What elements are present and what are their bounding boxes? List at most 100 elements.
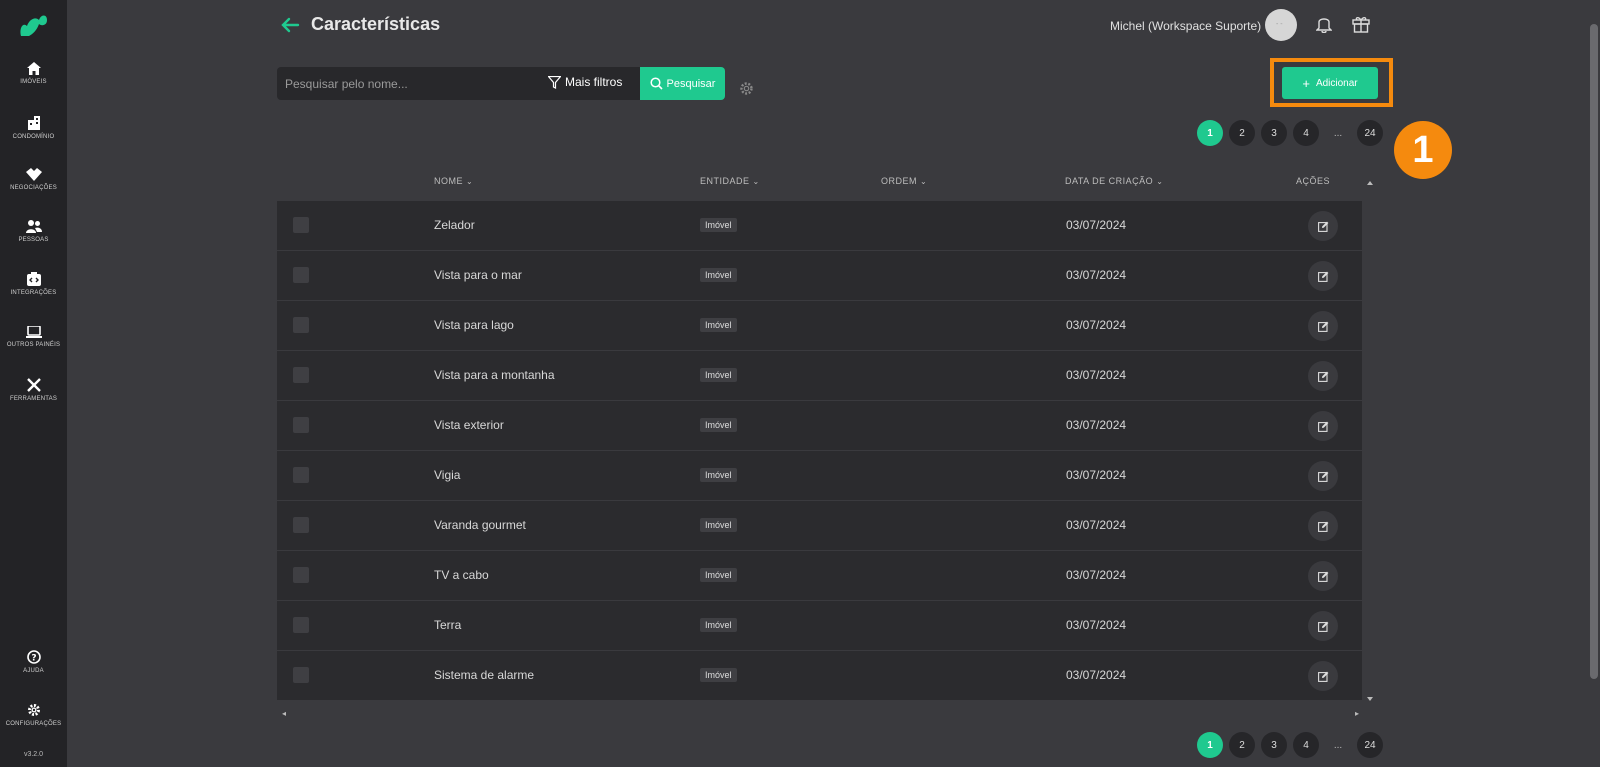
table-header: NOME ⌄ ENTIDADE ⌄ ORDEM ⌄ DATA DE CRIAÇÃO ⌄ … [277,172,1362,196]
column-header-created[interactable]: DATA DE CRIAÇÃO ⌄ [1065,176,1163,186]
sidebar-item-ferramentas[interactable]: Ferramentas [0,378,67,402]
row-checkbox[interactable] [293,467,309,483]
edit-button[interactable] [1308,511,1338,541]
edit-button[interactable] [1308,611,1338,641]
row-date: 03/07/2024 [1066,568,1127,582]
sidebar-item-label: Imóveis [20,79,47,85]
row-checkbox[interactable] [293,217,309,233]
entity-badge: Imóvel [700,518,737,532]
table-row: Vigia Imóvel 03/07/2024 [277,451,1362,501]
back-arrow-icon[interactable] [280,15,300,35]
search-button[interactable]: Pesquisar [640,67,725,100]
row-checkbox[interactable] [293,417,309,433]
table-row: Vista para o mar Imóvel 03/07/2024 [277,251,1362,301]
column-label: NOME [434,176,463,186]
user-name[interactable]: Michel (Workspace Suporte) [1110,19,1261,33]
page-button[interactable]: 24 [1357,120,1383,146]
row-checkbox[interactable] [293,667,309,683]
page-button[interactable]: 1 [1197,732,1223,758]
avatar[interactable]: - - [1265,9,1297,41]
sidebar-item-negociacoes[interactable]: Negociações [0,168,67,191]
filter-icon [548,75,561,89]
sidebar-item-configuracoes[interactable]: Configurações [0,703,67,727]
svg-text:?: ? [31,654,36,664]
sidebar-item-label: Configurações [5,721,62,727]
logo-icon[interactable] [17,12,49,40]
building-icon [27,116,40,130]
more-filters-button[interactable]: Mais filtros [548,75,622,89]
add-button[interactable]: + Adicionar [1282,67,1378,99]
sidebar-item-condominio[interactable]: Condomínio [0,116,67,140]
edit-icon [1317,271,1328,282]
entity-badge: Imóvel [700,418,737,432]
row-checkbox[interactable] [293,267,309,283]
edit-icon [1317,471,1328,482]
row-checkbox[interactable] [293,517,309,533]
tools-icon [26,378,41,392]
scroll-down-arrow[interactable] [1367,697,1373,701]
row-name: Varanda gourmet [434,518,526,532]
edit-button[interactable] [1308,361,1338,391]
column-label: ENTIDADE [700,176,750,186]
edit-icon [1317,321,1328,332]
page-button[interactable]: 2 [1229,732,1255,758]
page-button[interactable]: 4 [1293,120,1319,146]
table-row: Vista para lago Imóvel 03/07/2024 [277,301,1362,351]
page-button[interactable]: 2 [1229,120,1255,146]
sidebar-item-imoveis[interactable]: Imóveis [0,62,67,85]
column-header-order[interactable]: ORDEM ⌄ [881,176,927,186]
scroll-left-arrow[interactable]: ◂ [282,709,286,718]
avatar-text: - - [1276,21,1283,28]
edit-icon [1317,421,1328,432]
entity-badge: Imóvel [700,568,737,582]
settings-gear-icon[interactable] [739,81,754,96]
column-header-entity[interactable]: ENTIDADE ⌄ [700,176,760,186]
laptop-icon [25,326,42,338]
row-date: 03/07/2024 [1066,268,1127,282]
bell-icon[interactable] [1316,15,1332,33]
page-button[interactable]: 3 [1261,120,1287,146]
scroll-right-arrow[interactable]: ▸ [1355,709,1359,718]
column-header-name[interactable]: NOME ⌄ [434,176,473,186]
scroll-up-arrow[interactable] [1367,181,1373,185]
row-name: TV a cabo [434,568,489,582]
edit-button[interactable] [1308,211,1338,241]
row-checkbox[interactable] [293,617,309,633]
gift-icon[interactable] [1352,15,1370,33]
page-button[interactable]: 24 [1357,732,1383,758]
sidebar-item-integracoes[interactable]: Integrações [0,272,67,296]
add-button-label: Adicionar [1315,77,1358,89]
page-button[interactable]: 1 [1197,120,1223,146]
more-filters-label: Mais filtros [565,75,623,89]
column-label: DATA DE CRIAÇÃO [1065,176,1154,186]
sidebar-item-label: Negociações [10,185,57,191]
sidebar-item-pessoas[interactable]: Pessoas [0,220,67,243]
step-badge: 1 [1394,121,1452,179]
page-button[interactable]: 3 [1261,732,1287,758]
page-scrollbar[interactable] [1590,24,1598,679]
gear-icon [27,704,40,716]
row-name: Vista para lago [434,318,514,332]
edit-button[interactable] [1308,411,1338,441]
row-date: 03/07/2024 [1066,318,1127,332]
edit-button[interactable] [1308,311,1338,341]
search-input[interactable] [277,67,537,100]
edit-button[interactable] [1308,661,1338,691]
column-header-actions: AÇÕES [1296,176,1330,186]
row-checkbox[interactable] [293,317,309,333]
row-checkbox[interactable] [293,567,309,583]
entity-badge: Imóvel [700,218,737,232]
edit-button[interactable] [1308,461,1338,491]
sidebar-item-ajuda[interactable]: ? Ajuda [0,650,67,674]
edit-button[interactable] [1308,561,1338,591]
row-date: 03/07/2024 [1066,418,1127,432]
sidebar-item-outros-paineis[interactable]: Outros painéis [0,326,67,348]
search-button-label: Pesquisar [666,77,716,90]
search-icon [649,77,663,90]
edit-button[interactable] [1308,261,1338,291]
row-checkbox[interactable] [293,367,309,383]
row-name: Vigia [434,468,461,482]
chevron-down-icon: ⌄ [466,177,474,186]
edit-icon [1317,521,1328,532]
page-button[interactable]: 4 [1293,732,1319,758]
